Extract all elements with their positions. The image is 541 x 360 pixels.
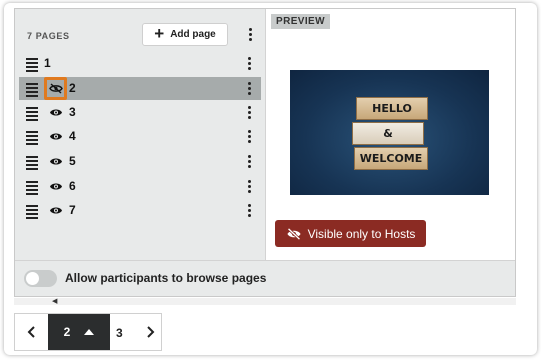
row-more-menu-icon[interactable] <box>248 155 252 168</box>
page-label: 3 <box>69 105 76 119</box>
chevron-right-icon <box>146 326 154 338</box>
welcome-block: WELCOME <box>354 147 428 170</box>
drag-handle-icon[interactable] <box>26 156 38 170</box>
row-more-menu-icon[interactable] <box>248 180 252 193</box>
page-label: 2 <box>69 81 76 95</box>
next-page-number[interactable]: 3 <box>116 326 123 340</box>
row-more-menu-icon[interactable] <box>248 57 252 70</box>
add-page-button[interactable]: + Add page <box>142 23 228 46</box>
row-more-menu-icon[interactable] <box>248 204 252 217</box>
plus-icon: + <box>154 24 165 43</box>
row-more-menu-icon[interactable] <box>248 130 252 143</box>
current-page-number: 2 <box>63 325 71 339</box>
prev-page-button[interactable] <box>15 314 47 350</box>
ampersand-block: & <box>352 122 424 145</box>
drag-handle-icon[interactable] <box>26 205 38 219</box>
page-label: 7 <box>69 203 76 217</box>
drag-handle-icon[interactable] <box>26 83 38 97</box>
page-label: 5 <box>69 154 76 168</box>
eye-icon[interactable] <box>49 131 63 142</box>
visibility-badge-label: Visible only to Hosts <box>307 226 416 241</box>
browse-settings-bar: Allow participants to browse pages <box>15 260 515 296</box>
drag-handle-icon[interactable] <box>26 131 38 145</box>
eye-icon[interactable] <box>49 156 63 167</box>
page-row-6[interactable]: 6 <box>19 175 261 198</box>
page-preview-image: HELLO & WELCOME <box>290 70 489 195</box>
allow-browse-toggle[interactable] <box>24 270 57 287</box>
preview-tag: PREVIEW <box>271 14 330 29</box>
row-more-menu-icon[interactable] <box>248 106 252 119</box>
visibility-badge[interactable]: Visible only to Hosts <box>275 220 426 247</box>
scroll-left-icon[interactable]: ◀ <box>52 297 57 305</box>
panel-more-menu-icon[interactable] <box>249 28 253 41</box>
page-row-3[interactable]: 3 <box>19 101 261 124</box>
caret-up-icon <box>84 329 95 335</box>
toggle-knob <box>26 272 39 285</box>
drag-handle-icon[interactable] <box>26 107 38 121</box>
allow-browse-label: Allow participants to browse pages <box>65 271 267 285</box>
eye-slash-icon <box>287 227 301 240</box>
eye-icon[interactable] <box>49 107 63 118</box>
page-row-5[interactable]: 5 <box>19 150 261 173</box>
page-list-sidebar: 7 PAGES + Add page 1 2 3 4 5 6 7 <box>15 9 266 260</box>
page-row-4[interactable]: 4 <box>19 125 261 148</box>
eye-icon[interactable] <box>49 181 63 192</box>
hello-block: HELLO <box>356 97 428 120</box>
pager: 2 3 <box>14 313 162 351</box>
row-more-menu-icon[interactable] <box>248 82 252 95</box>
next-page-button[interactable] <box>139 314 161 350</box>
pages-panel: 7 PAGES + Add page 1 2 3 4 5 6 7 PREVIEW… <box>14 8 516 297</box>
current-page-button[interactable]: 2 <box>48 314 110 350</box>
page-label: 1 <box>44 56 51 70</box>
page-row-1[interactable]: 1 <box>19 52 261 75</box>
add-page-label: Add page <box>170 29 216 40</box>
chevron-left-icon <box>27 326 35 338</box>
drag-handle-icon[interactable] <box>26 181 38 195</box>
eye-slash-icon <box>49 83 63 94</box>
page-row-7[interactable]: 7 <box>19 199 261 222</box>
pages-count: 7 PAGES <box>27 31 70 41</box>
eye-icon[interactable] <box>49 205 63 216</box>
page-row-2[interactable]: 2 <box>19 77 261 100</box>
drag-handle-icon[interactable] <box>26 58 38 72</box>
horizontal-scrollbar[interactable]: ◀ <box>14 298 516 305</box>
page-label: 4 <box>69 129 76 143</box>
page-label: 6 <box>69 179 76 193</box>
